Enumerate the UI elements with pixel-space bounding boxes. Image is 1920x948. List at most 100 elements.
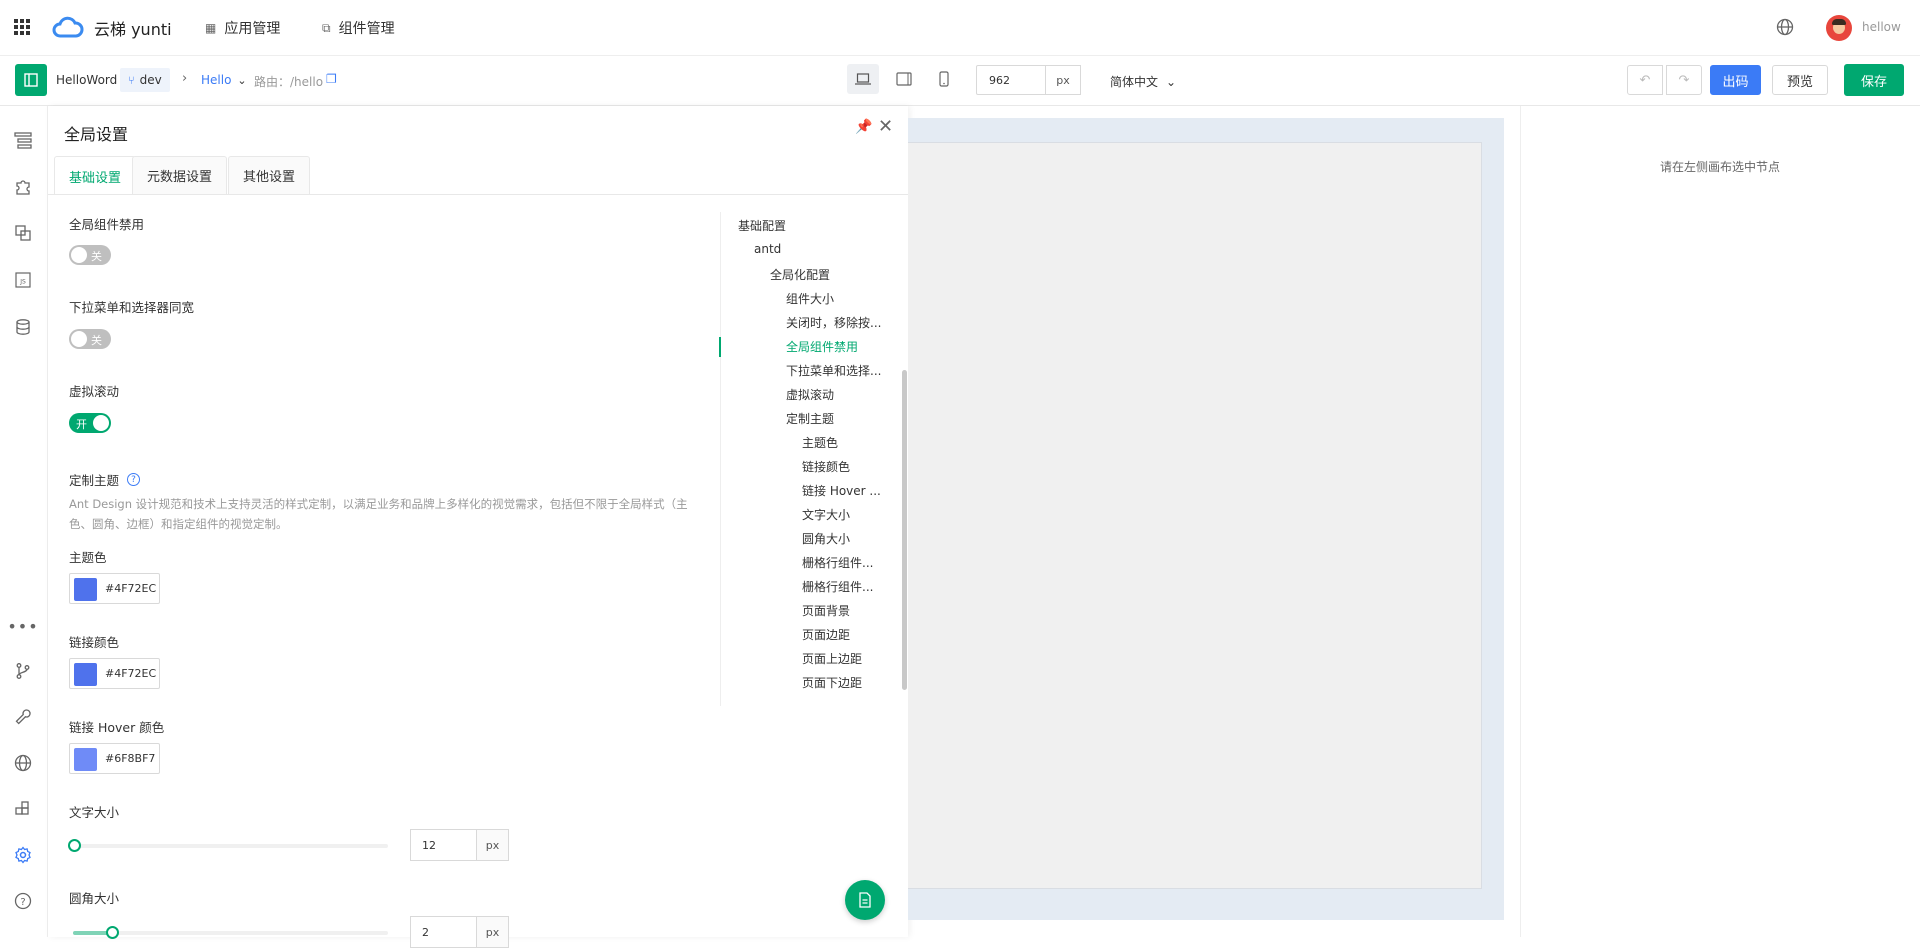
js-file-icon[interactable]: JS bbox=[13, 270, 33, 290]
radius-slider-track[interactable] bbox=[73, 931, 388, 935]
global-settings-panel: 全局设置 📌 ✕ 基础设置 元数据设置 其他设置 全局组件禁用 关 下拉菜单和选… bbox=[48, 106, 908, 948]
anchor-antd[interactable]: antd bbox=[754, 242, 781, 256]
virtual-scroll-switch[interactable]: 开 bbox=[69, 413, 111, 433]
anchor-active-marker bbox=[719, 337, 721, 357]
dropdown-width-switch[interactable]: 关 bbox=[69, 329, 111, 349]
anchor-subitem[interactable]: 页面上边距 bbox=[802, 650, 862, 667]
outline-tree-icon[interactable] bbox=[13, 130, 33, 150]
font-size-value: 12 bbox=[422, 838, 436, 852]
tab-basic-settings[interactable]: 基础设置 bbox=[54, 156, 137, 195]
anchor-subitem[interactable]: 栅格行组件... bbox=[802, 554, 873, 571]
branch-tag[interactable]: ⑂ dev bbox=[120, 68, 170, 92]
anchor-item[interactable]: 下拉菜单和选择... bbox=[786, 362, 881, 379]
radius-input[interactable]: 2 bbox=[410, 916, 477, 948]
dropdown-width-label: 下拉菜单和选择器同宽 bbox=[69, 300, 195, 315]
anchor-subitem[interactable]: 圆角大小 bbox=[802, 530, 850, 547]
user-name[interactable]: hellow bbox=[1862, 20, 1901, 34]
desktop-view-button[interactable] bbox=[847, 64, 879, 94]
logo-text: 云梯 yunti bbox=[94, 20, 172, 39]
app-name[interactable]: HelloWord bbox=[56, 73, 117, 87]
mobile-view-button[interactable] bbox=[928, 64, 960, 94]
copy-icon[interactable]: ❐ bbox=[326, 72, 337, 86]
font-size-unit: px bbox=[476, 829, 509, 861]
canvas-width-input[interactable]: 962 bbox=[976, 65, 1046, 95]
anchor-subitem[interactable]: 页面边距 bbox=[802, 626, 850, 643]
font-size-slider-track[interactable] bbox=[73, 844, 388, 848]
anchor-subitem[interactable]: 页面下边距 bbox=[802, 674, 862, 691]
phone-icon bbox=[939, 71, 949, 87]
branch-icon[interactable] bbox=[13, 661, 33, 681]
redo-button[interactable]: ↷ bbox=[1666, 65, 1702, 95]
database-icon[interactable] bbox=[13, 317, 33, 337]
svg-text:JS: JS bbox=[19, 279, 26, 286]
blocks-icon[interactable] bbox=[13, 799, 33, 819]
apps-grid-icon[interactable] bbox=[14, 19, 30, 35]
save-button[interactable]: 保存 bbox=[1844, 64, 1904, 96]
switch-knob bbox=[71, 331, 87, 347]
font-size-slider-handle[interactable] bbox=[68, 839, 81, 852]
left-icon-sidebar: JS ••• ? bbox=[0, 106, 48, 937]
anchor-rail bbox=[720, 212, 721, 706]
anchor-item[interactable]: 关闭时，移除按... bbox=[786, 314, 881, 331]
svg-text:?: ? bbox=[20, 897, 25, 908]
app-logo[interactable]: 云梯 yunti bbox=[52, 14, 172, 42]
export-code-button[interactable]: 出码 bbox=[1710, 65, 1761, 95]
anchor-item-active[interactable]: 全局组件禁用 bbox=[786, 338, 858, 355]
cloud-logo-icon bbox=[52, 16, 84, 38]
radius-slider-handle[interactable] bbox=[106, 926, 119, 939]
link-hover-color-picker[interactable]: #6F8BF7 bbox=[69, 743, 160, 774]
design-canvas[interactable] bbox=[908, 142, 1482, 889]
undo-button[interactable]: ↶ bbox=[1627, 65, 1663, 95]
avatar[interactable] bbox=[1826, 15, 1852, 41]
panel-scrollbar[interactable] bbox=[902, 370, 907, 690]
switch-state: 开 bbox=[76, 418, 87, 431]
panel-title: 全局设置 bbox=[64, 125, 129, 144]
anchor-subitem[interactable]: 文字大小 bbox=[802, 506, 850, 523]
switch-state: 关 bbox=[91, 250, 102, 263]
anchor-subitem[interactable]: 栅格行组件... bbox=[802, 578, 873, 595]
anchor-item[interactable]: 组件大小 bbox=[786, 290, 834, 307]
copy-layers-icon[interactable] bbox=[13, 223, 33, 243]
nav-app-management[interactable]: ▦ 应用管理 bbox=[205, 18, 280, 38]
wrench-icon[interactable] bbox=[13, 707, 33, 727]
virtual-scroll-label: 虚拟滚动 bbox=[69, 384, 120, 399]
nav-component-management[interactable]: ⧉ 组件管理 bbox=[322, 18, 395, 38]
more-dots-icon[interactable]: ••• bbox=[7, 616, 37, 636]
language-select[interactable]: 简体中文 ⌄ bbox=[1110, 73, 1176, 90]
globe-icon[interactable] bbox=[1776, 18, 1794, 36]
link-color-picker[interactable]: #4F72EC bbox=[69, 658, 160, 689]
anchor-root[interactable]: 基础配置 bbox=[738, 217, 786, 234]
anchor-subitem[interactable]: 链接颜色 bbox=[802, 458, 850, 475]
nav-label: 应用管理 bbox=[224, 21, 281, 37]
tab-other-settings[interactable]: 其他设置 bbox=[228, 156, 311, 194]
branch-icon: ⑂ bbox=[128, 73, 135, 87]
color-swatch bbox=[74, 663, 97, 686]
sidebar-icon bbox=[24, 73, 38, 87]
help-icon[interactable]: ? bbox=[13, 891, 33, 911]
primary-color-picker[interactable]: #4F72EC bbox=[69, 573, 160, 604]
puzzle-icon[interactable] bbox=[13, 177, 33, 197]
pin-icon[interactable]: 📌 bbox=[855, 119, 872, 135]
tab-metadata-settings[interactable]: 元数据设置 bbox=[132, 156, 228, 194]
font-size-input[interactable]: 12 bbox=[410, 829, 477, 861]
anchor-subitem[interactable]: 链接 Hover ... bbox=[802, 482, 881, 499]
panel-toggle-button[interactable] bbox=[15, 64, 47, 96]
globe-icon[interactable] bbox=[13, 753, 33, 773]
page-selector[interactable]: Hello ⌄ bbox=[201, 73, 247, 87]
empty-selection-hint: 请在左侧画布选中节点 bbox=[1660, 160, 1781, 174]
anchor-global-config[interactable]: 全局化配置 bbox=[770, 266, 830, 283]
language-value: 简体中文 bbox=[1110, 75, 1159, 89]
anchor-item[interactable]: 定制主题 bbox=[786, 410, 834, 427]
nav-label: 组件管理 bbox=[338, 21, 395, 37]
help-circle-icon[interactable]: ? bbox=[127, 473, 141, 486]
close-icon[interactable]: ✕ bbox=[878, 116, 893, 137]
preview-button[interactable]: 预览 bbox=[1772, 65, 1828, 95]
floating-doc-button[interactable] bbox=[845, 880, 885, 920]
disable-switch[interactable]: 关 bbox=[69, 245, 111, 265]
anchor-subitem[interactable]: 主题色 bbox=[802, 434, 838, 451]
anchor-item[interactable]: 虚拟滚动 bbox=[786, 386, 834, 403]
properties-panel: 请在左侧画布选中节点 bbox=[1520, 106, 1920, 937]
tablet-view-button[interactable] bbox=[888, 64, 920, 94]
anchor-subitem[interactable]: 页面背景 bbox=[802, 602, 850, 619]
settings-gear-icon[interactable] bbox=[13, 845, 33, 865]
